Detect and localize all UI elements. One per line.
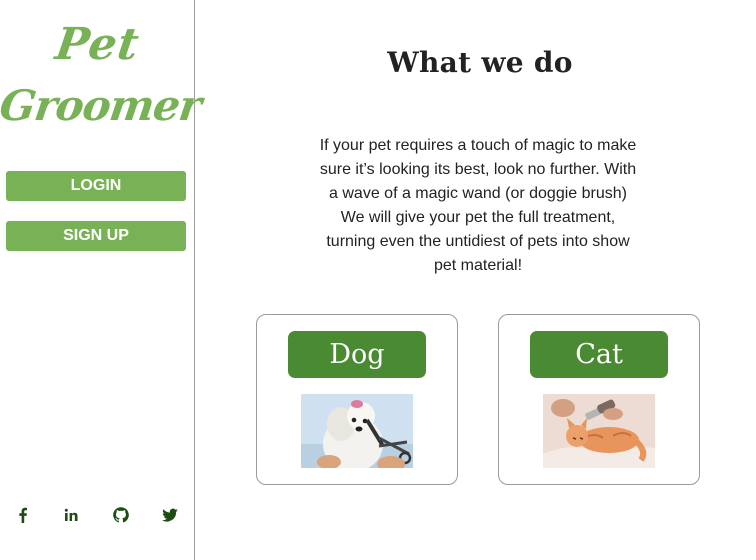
logo-text-pet: Pet: [52, 19, 143, 70]
dog-card: Dog: [256, 314, 458, 485]
github-icon[interactable]: [110, 504, 132, 526]
linkedin-icon[interactable]: [60, 504, 82, 526]
cat-grooming-image: [543, 394, 655, 468]
twitter-icon[interactable]: [159, 504, 181, 526]
social-links: [0, 504, 195, 528]
cat-card: Cat: [498, 314, 700, 485]
logo-text-groomer: Groomer: [0, 81, 204, 130]
logo[interactable]: Pet Groomer: [0, 14, 204, 136]
sidebar: Pet Groomer LOGIN SIGN UP: [0, 0, 204, 560]
cat-button[interactable]: Cat: [530, 331, 668, 378]
dog-button[interactable]: Dog: [288, 331, 426, 378]
dog-grooming-image: [301, 394, 413, 468]
page-title: What we do: [387, 46, 573, 79]
login-button[interactable]: LOGIN: [6, 171, 186, 201]
services-description: If your pet requires a touch of magic to…: [319, 137, 637, 274]
facebook-icon[interactable]: [12, 504, 34, 526]
signup-button[interactable]: SIGN UP: [6, 221, 186, 251]
